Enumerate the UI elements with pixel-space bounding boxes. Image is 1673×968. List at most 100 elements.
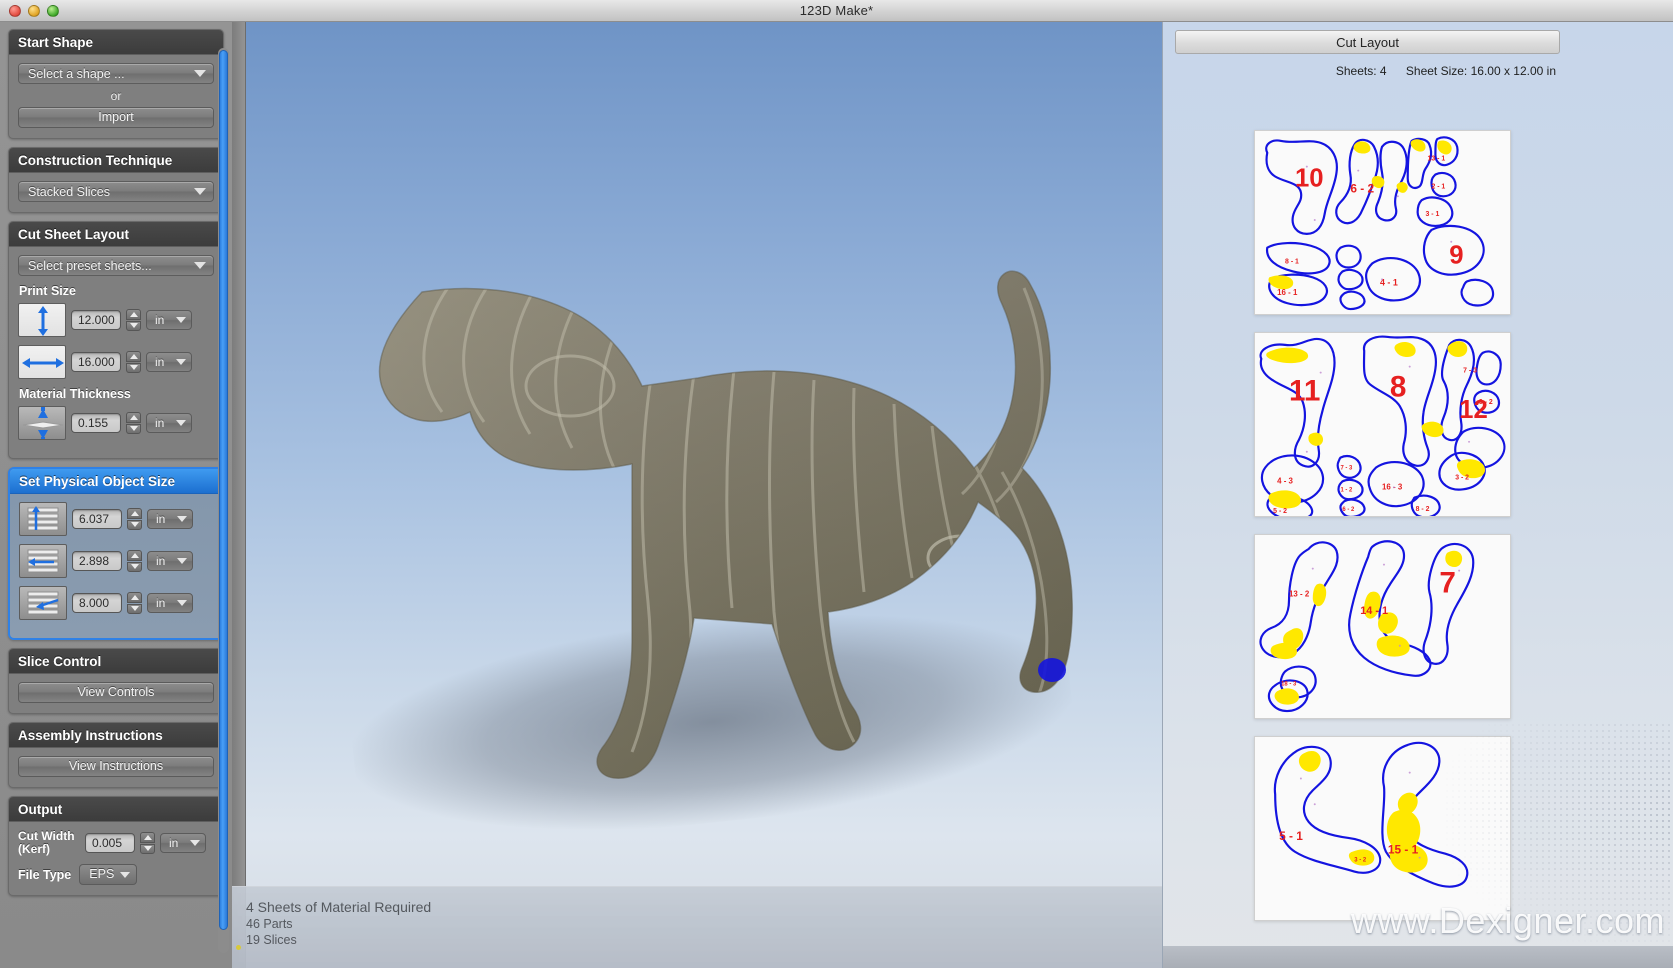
shape-select[interactable]: Select a shape ... — [18, 63, 214, 84]
window-title: 123D Make* — [799, 3, 874, 18]
material-thickness-unit-select[interactable]: in — [146, 413, 192, 433]
part-label: 2 - 1 — [1431, 183, 1445, 190]
technique-select[interactable]: Stacked Slices — [18, 181, 214, 202]
view-controls-button[interactable]: View Controls — [18, 682, 214, 703]
stepper-up-icon[interactable] — [127, 508, 142, 519]
kerf-input[interactable]: 0.005 — [85, 833, 135, 853]
stepper-down-icon[interactable] — [126, 362, 141, 373]
part-label: 3 - 2 — [1354, 858, 1367, 864]
part-label: 8 - 1 — [1285, 259, 1299, 266]
stepper-down-icon[interactable] — [140, 843, 155, 854]
stepper-down-icon[interactable] — [127, 519, 142, 530]
part-label: 5 - 2 — [1273, 508, 1287, 515]
sheet-width-input[interactable]: 16.000 — [71, 352, 121, 372]
part-label: 4 - 3 — [1277, 476, 1293, 485]
part-label: 8 — [1390, 370, 1407, 403]
object-height-unit-value: in — [156, 512, 166, 526]
status-indicator-dot — [236, 945, 241, 950]
right-panel: Cut Layout Sheets: 4 Sheet Size: 16.00 x… — [1162, 22, 1673, 968]
cut-sheet-1[interactable]: 10 6 - 2 9 13 - 1 2 - 1 3 - 1 8 - 1 16 -… — [1254, 130, 1511, 315]
sheet-height-row: 12.000 in — [18, 303, 214, 337]
object-depth-icon — [19, 586, 67, 620]
stepper-down-icon[interactable] — [126, 423, 141, 434]
sheet-width-row: 16.000 in — [18, 345, 214, 379]
kerf-unit-select[interactable]: in — [160, 833, 206, 853]
chevron-down-icon — [120, 872, 131, 878]
part-label: 7 — [1439, 566, 1456, 599]
sidebar-scrollbar-thumb[interactable] — [219, 50, 228, 930]
kerf-stepper[interactable] — [140, 832, 155, 854]
object-depth-unit-select[interactable]: in — [147, 593, 193, 613]
panel-title-slice-control: Slice Control — [9, 649, 223, 674]
file-type-select[interactable]: EPS — [79, 864, 138, 885]
sheet-height-input[interactable]: 12.000 — [71, 310, 121, 330]
material-thickness-unit-value: in — [155, 416, 165, 430]
object-depth-stepper[interactable] — [127, 592, 142, 614]
tab-cut-layout[interactable]: Cut Layout — [1175, 30, 1560, 54]
sheet-height-unit-select[interactable]: in — [146, 310, 192, 330]
kerf-label: Cut Width (Kerf) — [18, 830, 80, 856]
stepper-down-icon[interactable] — [126, 320, 141, 331]
cut-sheet-2[interactable]: 11 8 12 4 - 3 7 - 3 1 - 2 6 - 2 16 - 3 5… — [1254, 332, 1511, 517]
part-label: 18 - 3 — [1281, 681, 1297, 687]
object-depth-unit-value: in — [156, 596, 166, 610]
material-thickness-icon — [18, 406, 66, 440]
part-label: 16 - 3 — [1382, 482, 1403, 491]
object-height-row: 6.037 in — [19, 502, 213, 536]
stepper-down-icon[interactable] — [127, 603, 142, 614]
stepper-up-icon[interactable] — [140, 832, 155, 843]
object-width-stepper[interactable] — [127, 550, 142, 572]
import-button[interactable]: Import — [18, 107, 214, 128]
stepper-up-icon[interactable] — [127, 592, 142, 603]
part-label: 3 - 1 — [1426, 211, 1440, 218]
stepper-up-icon[interactable] — [126, 309, 141, 320]
file-type-row: File Type EPS — [18, 864, 214, 885]
chevron-down-icon — [177, 558, 187, 564]
part-label: 8 - 2 — [1416, 506, 1430, 513]
chevron-down-icon — [194, 188, 206, 195]
panel-set-physical-object-size: Set Physical Object Size 6.037 in 2.898 … — [8, 467, 224, 640]
part-label: 10 — [1295, 164, 1324, 192]
status-parts-count: 46 Parts — [246, 917, 293, 931]
sidebar-scrollbar-track[interactable] — [218, 48, 229, 953]
stepper-down-icon[interactable] — [127, 561, 142, 572]
title-bar: 123D Make* — [0, 0, 1673, 22]
object-width-icon — [19, 544, 67, 578]
material-thickness-stepper[interactable] — [126, 412, 141, 434]
part-label: 14 - 1 — [1360, 605, 1388, 617]
object-height-input[interactable]: 6.037 — [72, 509, 122, 529]
sheet-width-unit-select[interactable]: in — [146, 352, 192, 372]
part-label: 11 — [1289, 374, 1320, 407]
cut-sheet-3[interactable]: 13 - 2 14 - 1 7 18 - 3 — [1254, 534, 1511, 719]
chevron-down-icon — [176, 420, 186, 426]
sheet-height-stepper[interactable] — [126, 309, 141, 331]
view-instructions-button[interactable]: View Instructions — [18, 756, 214, 777]
object-width-unit-select[interactable]: in — [147, 551, 193, 571]
part-label: 16 - 1 — [1277, 288, 1298, 297]
model-dog[interactable] — [302, 172, 1162, 812]
object-width-input[interactable]: 2.898 — [72, 551, 122, 571]
object-height-unit-select[interactable]: in — [147, 509, 193, 529]
stepper-up-icon[interactable] — [127, 550, 142, 561]
tab-cut-layout-label: Cut Layout — [1336, 34, 1399, 50]
kerf-row: Cut Width (Kerf) 0.005 in — [18, 830, 214, 856]
stepper-up-icon[interactable] — [126, 412, 141, 423]
viewport-left-strip — [232, 22, 246, 968]
object-depth-input[interactable]: 8.000 — [72, 593, 122, 613]
stepper-up-icon[interactable] — [126, 351, 141, 362]
part-label: 15 - 1 — [1388, 843, 1419, 857]
kerf-unit-value: in — [169, 836, 179, 850]
panel-title-cut-sheet-layout: Cut Sheet Layout — [9, 222, 223, 247]
technique-select-value: Stacked Slices — [28, 185, 110, 199]
part-label: 7 - 3 — [1340, 466, 1353, 472]
kerf-label-line2: (Kerf) — [18, 842, 50, 856]
panel-title-assembly-instructions: Assembly Instructions — [9, 723, 223, 748]
object-height-stepper[interactable] — [127, 508, 142, 530]
material-thickness-input[interactable]: 0.155 — [71, 413, 121, 433]
object-height-icon — [19, 502, 67, 536]
viewport-3d[interactable]: 4 Sheets of Material Required 46 Parts 1… — [232, 22, 1162, 968]
preset-sheets-select[interactable]: Select preset sheets... — [18, 255, 214, 276]
left-sidebar: Start Shape Select a shape ... or Import… — [0, 22, 232, 968]
sheet-width-stepper[interactable] — [126, 351, 141, 373]
cut-sheet-list[interactable]: 10 6 - 2 9 13 - 1 2 - 1 3 - 1 8 - 1 16 -… — [1163, 92, 1673, 968]
